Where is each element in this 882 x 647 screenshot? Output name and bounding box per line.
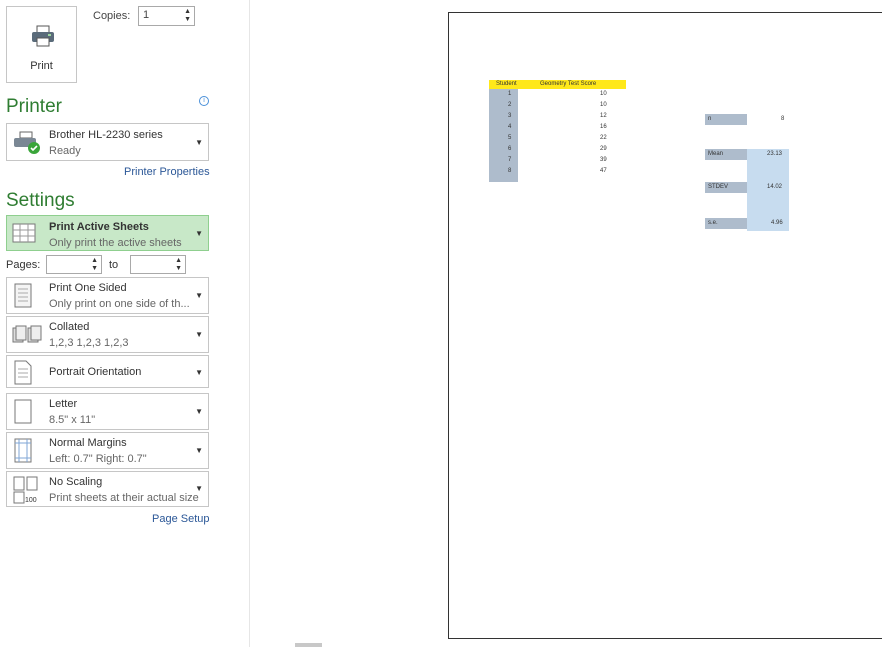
paper-size-title: Letter xyxy=(49,398,78,410)
student-cell: 7 xyxy=(508,157,512,163)
stat-n-value: 8 xyxy=(781,116,785,122)
student-cell: 6 xyxy=(508,146,512,152)
copies-label: Copies: xyxy=(93,10,131,22)
scaling-sub: Print sheets at their actual size xyxy=(49,492,199,504)
student-cell: 5 xyxy=(508,135,512,141)
stat-se-label: s.e. xyxy=(708,220,718,226)
student-column-fill xyxy=(489,89,518,182)
printer-icon xyxy=(32,25,54,47)
chevron-down-icon: ▼ xyxy=(195,446,203,455)
sided-title: Print One Sided xyxy=(49,282,127,294)
printer-status: Ready xyxy=(49,145,81,157)
orientation-title: Portrait Orientation xyxy=(49,366,142,378)
pages-to-spinner[interactable]: ▲ ▼ xyxy=(175,257,182,273)
margins-title: Normal Margins xyxy=(49,437,127,449)
header-score: Geometry Test Score xyxy=(540,81,597,87)
stat-n-label: n xyxy=(708,116,712,122)
margins-sub: Left: 0.7" Right: 0.7" xyxy=(49,453,147,465)
score-cell: 47 xyxy=(600,168,607,174)
print-what-title: Print Active Sheets xyxy=(49,221,149,233)
score-cell: 10 xyxy=(600,91,607,97)
print-what-sub: Only print the active sheets xyxy=(49,237,182,249)
student-cell: 3 xyxy=(508,113,512,119)
printer-dropdown[interactable]: Brother HL-2230 series Ready ▼ xyxy=(6,123,209,161)
printer-ready-icon xyxy=(14,131,40,154)
sheet-grid-icon xyxy=(12,223,36,243)
collation-title: Collated xyxy=(49,321,90,333)
collation-dropdown[interactable]: Collated 1,2,3 1,2,3 1,2,3 ▼ xyxy=(6,316,209,353)
pages-label: Pages: xyxy=(6,259,41,271)
sided-dropdown[interactable]: Print One Sided Only print on one side o… xyxy=(6,277,209,314)
paper-size-dropdown[interactable]: Letter 8.5" x 11" ▼ xyxy=(6,393,209,430)
print-preview-page: Student Geometry Test Score 1 10 2 10 3 … xyxy=(448,12,882,639)
pages-to-input[interactable]: ▲ ▼ xyxy=(130,255,186,274)
stat-mean-value: 23.13 xyxy=(767,151,783,157)
pages-from-spinner[interactable]: ▲ ▼ xyxy=(91,257,98,273)
chevron-down-icon: ▼ xyxy=(195,229,203,238)
stat-mean-label: Mean xyxy=(708,151,724,157)
chevron-down-icon: ▼ xyxy=(195,330,203,339)
copies-value: 1 xyxy=(143,9,150,21)
paper-size-sub: 8.5" x 11" xyxy=(49,414,96,426)
stat-stdev-value: 14.02 xyxy=(767,184,783,190)
chevron-down-icon: ▼ xyxy=(195,138,203,147)
pages-from-input[interactable]: ▲ ▼ xyxy=(46,255,102,274)
margins-dropdown[interactable]: Normal Margins Left: 0.7" Right: 0.7" ▼ xyxy=(6,432,209,469)
info-icon[interactable]: i xyxy=(199,96,209,106)
page-setup-link[interactable]: Page Setup xyxy=(152,513,210,525)
svg-text:100: 100 xyxy=(25,497,37,504)
margins-icon xyxy=(14,438,32,463)
one-sided-icon xyxy=(14,283,32,308)
copies-spinner[interactable]: ▲ ▼ xyxy=(184,8,191,24)
score-cell: 12 xyxy=(600,113,607,119)
print-button-label: Print xyxy=(30,60,53,72)
chevron-down-icon: ▼ xyxy=(195,368,203,377)
student-cell: 2 xyxy=(508,102,512,108)
chevron-down-icon: ▼ xyxy=(195,484,203,493)
stats-value-fill xyxy=(747,149,789,231)
collated-icon xyxy=(12,325,42,343)
stat-stdev-label: STDEV xyxy=(708,184,729,190)
print-settings-panel: Print Copies: 1 ▲ ▼ Printer i Brother HL-… xyxy=(0,0,250,647)
sided-sub: Only print on one side of th... xyxy=(49,298,190,310)
student-cell: 8 xyxy=(508,168,512,174)
stat-se-value: 4.96 xyxy=(771,220,783,226)
print-button[interactable]: Print xyxy=(6,6,77,83)
pages-to-label: to xyxy=(109,259,119,271)
chevron-down-icon: ▼ xyxy=(195,407,203,416)
orientation-dropdown[interactable]: Portrait Orientation ▼ xyxy=(6,355,209,388)
collation-sub: 1,2,3 1,2,3 1,2,3 xyxy=(49,337,129,349)
score-cell: 16 xyxy=(600,124,607,130)
student-cell: 1 xyxy=(508,91,512,97)
header-student: Student xyxy=(496,81,517,87)
print-what-dropdown[interactable]: Print Active Sheets Only print the activ… xyxy=(6,215,209,251)
scaling-title: No Scaling xyxy=(49,476,103,488)
portrait-icon xyxy=(14,360,32,385)
preview-scrollbar[interactable] xyxy=(295,643,322,647)
settings-heading: Settings xyxy=(6,190,75,211)
panel-divider xyxy=(249,0,250,647)
printer-name: Brother HL-2230 series xyxy=(49,129,163,141)
letter-icon xyxy=(14,399,32,424)
scaling-dropdown[interactable]: 100 No Scaling Print sheets at their act… xyxy=(6,471,209,507)
printer-heading: Printer xyxy=(6,96,62,117)
student-cell: 4 xyxy=(508,124,512,130)
score-cell: 10 xyxy=(600,102,607,108)
printer-properties-link[interactable]: Printer Properties xyxy=(124,166,210,178)
no-scaling-icon: 100 xyxy=(13,476,38,504)
chevron-down-icon: ▼ xyxy=(195,291,203,300)
copies-input[interactable]: 1 ▲ ▼ xyxy=(138,6,195,26)
score-cell: 22 xyxy=(600,135,607,141)
score-cell: 29 xyxy=(600,146,607,152)
score-cell: 39 xyxy=(600,157,607,163)
